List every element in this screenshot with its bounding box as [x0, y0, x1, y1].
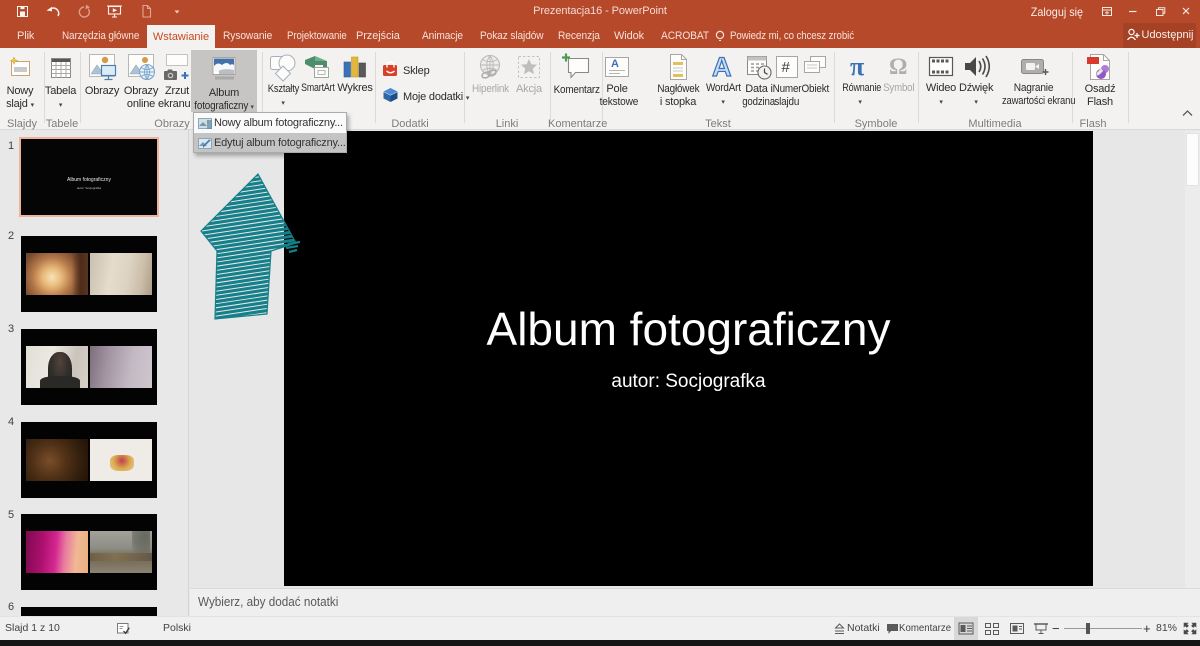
- svg-text:A: A: [712, 52, 731, 80]
- svg-text:A: A: [611, 58, 619, 70]
- svg-text:π: π: [850, 52, 864, 80]
- svg-text:#: #: [782, 59, 791, 76]
- svg-text:Ω: Ω: [889, 54, 907, 79]
